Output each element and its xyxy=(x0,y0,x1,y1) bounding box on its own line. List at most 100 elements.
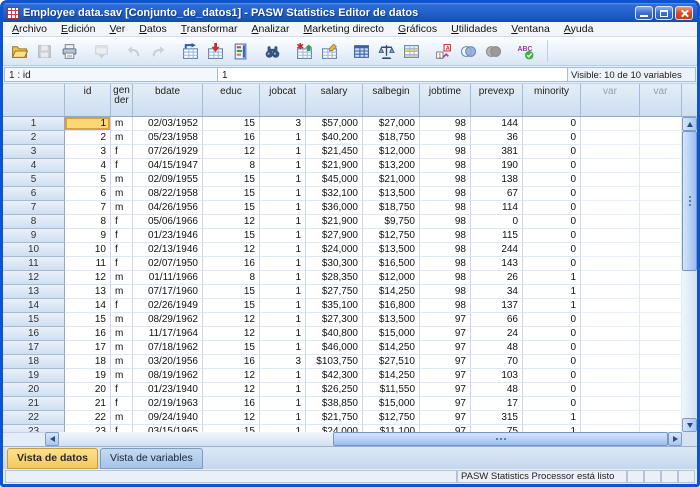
cell-1-gender[interactable]: m xyxy=(111,117,133,131)
cell-5-educ[interactable]: 15 xyxy=(203,173,260,187)
cell-11-prevexp[interactable]: 143 xyxy=(471,257,523,271)
cell-23-gender[interactable]: f xyxy=(111,425,133,432)
cell-16-gender[interactable]: m xyxy=(111,327,133,341)
cell-21-minority[interactable]: 0 xyxy=(523,397,581,411)
cell-23-salbegin[interactable]: $11,100 xyxy=(363,425,420,432)
cell-5-gender[interactable]: m xyxy=(111,173,133,187)
cell-11-minority[interactable]: 0 xyxy=(523,257,581,271)
cell-22-var1[interactable] xyxy=(581,411,640,425)
cell-17-bdate[interactable]: 07/18/1962 xyxy=(133,341,203,355)
cell-3-jobtime[interactable]: 98 xyxy=(420,145,471,159)
cell-12-bdate[interactable]: 01/11/1966 xyxy=(133,271,203,285)
cell-9-var1[interactable] xyxy=(581,229,640,243)
cell-20-jobcat[interactable]: 1 xyxy=(260,383,306,397)
cell-23-salary[interactable]: $24,000 xyxy=(306,425,363,432)
cell-15-bdate[interactable]: 08/29/1962 xyxy=(133,313,203,327)
cell-3-var1[interactable] xyxy=(581,145,640,159)
cell-13-var1[interactable] xyxy=(581,285,640,299)
cell-editor-value[interactable]: 1 xyxy=(218,67,568,82)
column-header-bdate[interactable]: bdate xyxy=(133,84,203,117)
cell-23-educ[interactable]: 15 xyxy=(203,425,260,432)
cell-23-jobcat[interactable]: 1 xyxy=(260,425,306,432)
cell-8-var2[interactable] xyxy=(640,215,682,229)
row-number-15[interactable]: 15 xyxy=(3,313,65,327)
cell-12-minority[interactable]: 1 xyxy=(523,271,581,285)
cell-1-salary[interactable]: $57,000 xyxy=(306,117,363,131)
cell-18-educ[interactable]: 16 xyxy=(203,355,260,369)
cell-11-var2[interactable] xyxy=(640,257,682,271)
cell-7-id[interactable]: 7 xyxy=(65,201,111,215)
cell-16-educ[interactable]: 12 xyxy=(203,327,260,341)
cell-6-salbegin[interactable]: $13,500 xyxy=(363,187,420,201)
cell-14-gender[interactable]: f xyxy=(111,299,133,313)
cell-5-id[interactable]: 5 xyxy=(65,173,111,187)
cell-19-bdate[interactable]: 08/19/1962 xyxy=(133,369,203,383)
cell-15-jobtime[interactable]: 97 xyxy=(420,313,471,327)
cell-21-bdate[interactable]: 02/19/1963 xyxy=(133,397,203,411)
cell-19-educ[interactable]: 12 xyxy=(203,369,260,383)
row-number-5[interactable]: 5 xyxy=(3,173,65,187)
cell-8-salary[interactable]: $21,900 xyxy=(306,215,363,229)
cell-18-bdate[interactable]: 03/20/1956 xyxy=(133,355,203,369)
menu-marketing-directo[interactable]: Marketing directo xyxy=(296,22,391,36)
cell-18-minority[interactable]: 0 xyxy=(523,355,581,369)
cell-8-var1[interactable] xyxy=(581,215,640,229)
cell-23-minority[interactable]: 1 xyxy=(523,425,581,432)
cell-19-salbegin[interactable]: $14,250 xyxy=(363,369,420,383)
cell-12-gender[interactable]: m xyxy=(111,271,133,285)
cell-19-minority[interactable]: 0 xyxy=(523,369,581,383)
cell-17-minority[interactable]: 0 xyxy=(523,341,581,355)
column-header-jobtime[interactable]: jobtime xyxy=(420,84,471,117)
cell-12-var2[interactable] xyxy=(640,271,682,285)
horizontal-scrollbar[interactable] xyxy=(45,432,682,446)
cell-14-minority[interactable]: 1 xyxy=(523,299,581,313)
menu-gr-ficos[interactable]: Gráficos xyxy=(391,22,444,36)
open-file-button[interactable] xyxy=(7,39,32,64)
cell-10-salary[interactable]: $24,000 xyxy=(306,243,363,257)
horizontal-scroll-thumb[interactable] xyxy=(333,432,668,446)
cell-6-var2[interactable] xyxy=(640,187,682,201)
cell-13-id[interactable]: 13 xyxy=(65,285,111,299)
cell-5-bdate[interactable]: 02/09/1955 xyxy=(133,173,203,187)
cell-1-salbegin[interactable]: $27,000 xyxy=(363,117,420,131)
cell-4-var2[interactable] xyxy=(640,159,682,173)
cell-14-id[interactable]: 14 xyxy=(65,299,111,313)
goto-variable-button[interactable] xyxy=(203,39,228,64)
cell-2-educ[interactable]: 16 xyxy=(203,131,260,145)
cell-12-var1[interactable] xyxy=(581,271,640,285)
scroll-up-arrow[interactable] xyxy=(682,117,697,131)
cell-19-salary[interactable]: $42,300 xyxy=(306,369,363,383)
cell-13-salary[interactable]: $27,750 xyxy=(306,285,363,299)
cell-17-id[interactable]: 17 xyxy=(65,341,111,355)
cell-11-educ[interactable]: 16 xyxy=(203,257,260,271)
cell-12-id[interactable]: 12 xyxy=(65,271,111,285)
cell-11-id[interactable]: 11 xyxy=(65,257,111,271)
cell-6-educ[interactable]: 15 xyxy=(203,187,260,201)
cell-3-gender[interactable]: f xyxy=(111,145,133,159)
cell-18-id[interactable]: 18 xyxy=(65,355,111,369)
cell-13-bdate[interactable]: 07/17/1960 xyxy=(133,285,203,299)
cell-15-var2[interactable] xyxy=(640,313,682,327)
row-number-16[interactable]: 16 xyxy=(3,327,65,341)
tab-vista-de-variables[interactable]: Vista de variables xyxy=(100,448,203,469)
cell-2-var2[interactable] xyxy=(640,131,682,145)
cell-3-prevexp[interactable]: 381 xyxy=(471,145,523,159)
cell-16-bdate[interactable]: 11/17/1964 xyxy=(133,327,203,341)
cell-14-jobtime[interactable]: 98 xyxy=(420,299,471,313)
cell-17-var1[interactable] xyxy=(581,341,640,355)
split-file-button[interactable] xyxy=(349,39,374,64)
cell-16-minority[interactable]: 0 xyxy=(523,327,581,341)
minimize-button[interactable] xyxy=(635,6,653,20)
cell-7-salbegin[interactable]: $18,750 xyxy=(363,201,420,215)
cell-5-prevexp[interactable]: 138 xyxy=(471,173,523,187)
cell-2-var1[interactable] xyxy=(581,131,640,145)
cell-2-id[interactable]: 2 xyxy=(65,131,111,145)
cell-21-educ[interactable]: 16 xyxy=(203,397,260,411)
cell-18-jobcat[interactable]: 3 xyxy=(260,355,306,369)
vertical-scroll-thumb[interactable] xyxy=(682,131,697,271)
cell-2-jobcat[interactable]: 1 xyxy=(260,131,306,145)
cell-4-educ[interactable]: 8 xyxy=(203,159,260,173)
cell-14-prevexp[interactable]: 137 xyxy=(471,299,523,313)
cell-13-var2[interactable] xyxy=(640,285,682,299)
cell-21-var2[interactable] xyxy=(640,397,682,411)
